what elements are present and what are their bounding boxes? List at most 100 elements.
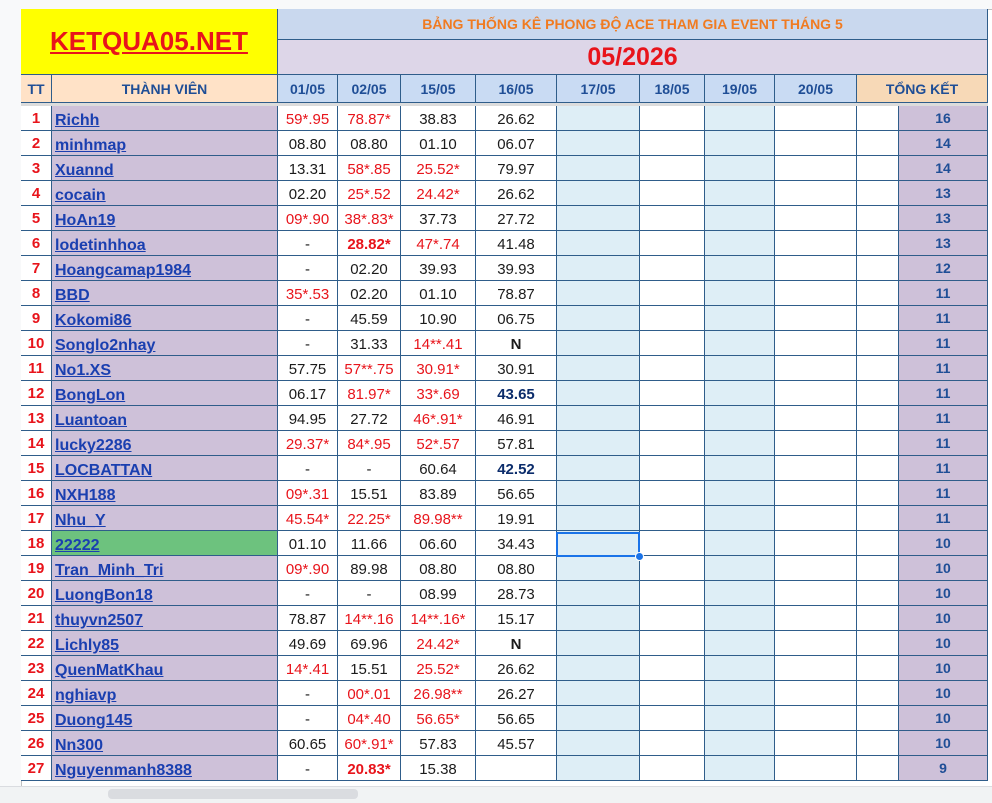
empty-cell[interactable] [705,531,775,556]
result-cell[interactable]: 26.62 [476,656,557,681]
empty-cell[interactable] [775,631,857,656]
empty-cell[interactable] [775,556,857,581]
row-tt[interactable]: 10 [21,331,52,356]
member-name-link[interactable]: Luantoan [52,406,278,431]
empty-cell[interactable] [775,181,857,206]
result-cell[interactable]: 26.62 [476,181,557,206]
row-total[interactable]: 10 [899,731,988,756]
empty-cell[interactable] [557,406,640,431]
result-cell[interactable]: 14**.16* [401,606,476,631]
empty-cell[interactable] [775,406,857,431]
result-cell[interactable] [476,756,557,781]
result-cell[interactable]: 02.20 [338,281,401,306]
member-name-link[interactable]: Tran_Minh_Tri [52,556,278,581]
empty-cell[interactable] [775,156,857,181]
spacer-cell[interactable] [857,506,899,531]
result-cell[interactable]: 38*.83* [338,206,401,231]
empty-cell[interactable] [775,606,857,631]
empty-cell[interactable] [557,231,640,256]
result-cell[interactable]: 57.83 [401,731,476,756]
result-cell[interactable]: 11.66 [338,531,401,556]
row-total[interactable]: 12 [899,256,988,281]
result-cell[interactable]: 28.73 [476,581,557,606]
result-cell[interactable]: 45.57 [476,731,557,756]
result-cell[interactable]: 81.97* [338,381,401,406]
row-tt[interactable]: 12 [21,381,52,406]
member-name-link[interactable]: Richh [52,106,278,131]
empty-cell[interactable] [557,581,640,606]
result-cell[interactable]: 26.27 [476,681,557,706]
spacer-cell[interactable] [857,256,899,281]
result-cell[interactable]: - [278,306,338,331]
empty-cell[interactable] [557,606,640,631]
empty-cell[interactable] [705,381,775,406]
row-total[interactable]: 13 [899,206,988,231]
result-cell[interactable]: 56.65 [476,481,557,506]
result-cell[interactable]: - [278,231,338,256]
row-tt[interactable]: 8 [21,281,52,306]
result-cell[interactable]: 69.96 [338,631,401,656]
empty-cell[interactable] [557,181,640,206]
result-cell[interactable]: 27.72 [338,406,401,431]
empty-cell[interactable] [775,106,857,131]
empty-cell[interactable] [640,706,705,731]
member-name-link[interactable]: Songlo2nhay [52,331,278,356]
empty-cell[interactable] [640,581,705,606]
row-total[interactable]: 10 [899,556,988,581]
result-cell[interactable]: 24.42* [401,631,476,656]
result-cell[interactable]: 01.10 [401,281,476,306]
spacer-cell[interactable] [857,531,899,556]
empty-cell[interactable] [705,131,775,156]
row-total[interactable]: 11 [899,431,988,456]
empty-cell[interactable] [775,506,857,531]
empty-cell[interactable] [640,381,705,406]
spacer-cell[interactable] [857,281,899,306]
empty-cell[interactable] [640,481,705,506]
member-name-link[interactable]: BongLon [52,381,278,406]
result-cell[interactable]: - [338,456,401,481]
result-cell[interactable]: - [278,681,338,706]
row-total[interactable]: 11 [899,456,988,481]
result-cell[interactable]: N [476,331,557,356]
result-cell[interactable]: - [338,581,401,606]
result-cell[interactable]: 31.33 [338,331,401,356]
row-tt[interactable]: 20 [21,581,52,606]
empty-cell[interactable] [557,356,640,381]
result-cell[interactable]: 46.91 [476,406,557,431]
empty-cell[interactable] [640,631,705,656]
result-cell[interactable]: 13.31 [278,156,338,181]
row-total[interactable]: 14 [899,156,988,181]
result-cell[interactable]: N [476,631,557,656]
empty-cell[interactable] [640,281,705,306]
empty-cell[interactable] [640,431,705,456]
spacer-cell[interactable] [857,756,899,781]
empty-cell[interactable] [640,231,705,256]
empty-cell[interactable] [557,556,640,581]
row-tt[interactable]: 5 [21,206,52,231]
result-cell[interactable]: 14*.41 [278,656,338,681]
result-cell[interactable]: 02.20 [338,256,401,281]
result-cell[interactable]: 01.10 [401,131,476,156]
empty-cell[interactable] [705,581,775,606]
row-tt[interactable]: 21 [21,606,52,631]
empty-cell[interactable] [705,281,775,306]
row-total[interactable]: 11 [899,281,988,306]
empty-cell[interactable] [705,731,775,756]
row-total[interactable]: 14 [899,131,988,156]
empty-cell[interactable] [705,231,775,256]
empty-cell[interactable] [640,606,705,631]
empty-cell[interactable] [705,256,775,281]
row-total[interactable]: 10 [899,706,988,731]
spacer-cell[interactable] [857,481,899,506]
member-name-link[interactable]: 22222 [52,531,278,556]
member-name-link[interactable]: No1.XS [52,356,278,381]
result-cell[interactable]: 14**.16 [338,606,401,631]
result-cell[interactable]: 33*.69 [401,381,476,406]
result-cell[interactable]: 25*.52 [338,181,401,206]
result-cell[interactable]: - [278,256,338,281]
empty-cell[interactable] [557,656,640,681]
row-total[interactable]: 16 [899,106,988,131]
result-cell[interactable]: 02.20 [278,181,338,206]
empty-cell[interactable] [705,106,775,131]
row-total[interactable]: 10 [899,631,988,656]
